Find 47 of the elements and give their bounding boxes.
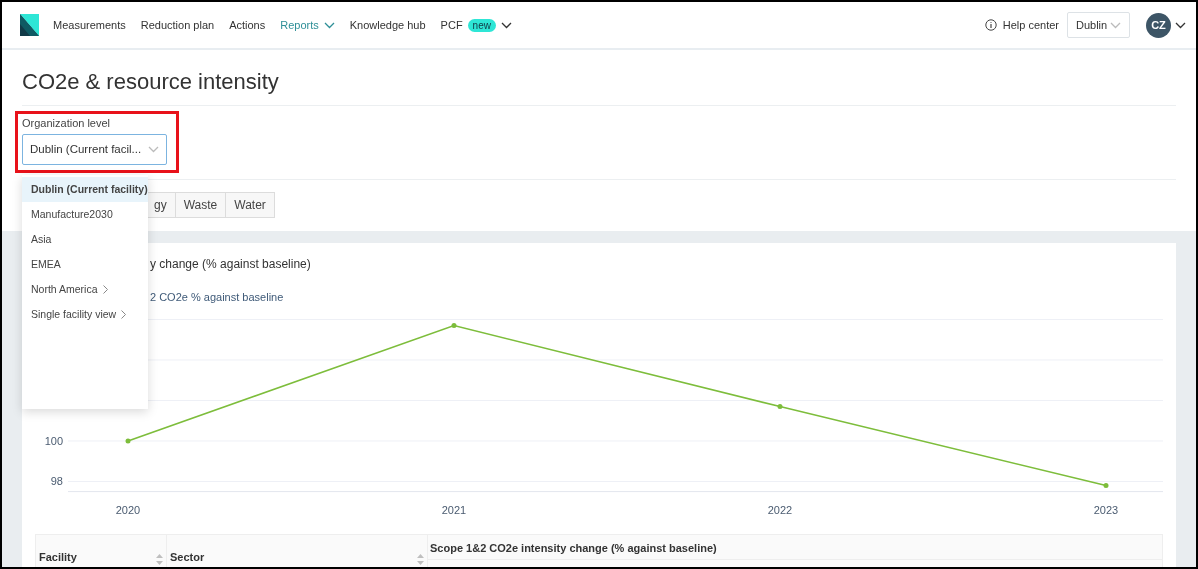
menu-item[interactable]: Single facility view bbox=[22, 302, 148, 327]
chevron-down-icon bbox=[1110, 21, 1121, 29]
field-label: Organization level bbox=[22, 116, 112, 130]
chevron-down-icon bbox=[148, 146, 159, 153]
logo-icon[interactable] bbox=[20, 14, 39, 36]
column-header-label: Sector bbox=[170, 549, 205, 565]
data-point bbox=[125, 438, 131, 444]
y-tick-label: 100 bbox=[44, 435, 63, 447]
chevron-down-icon bbox=[323, 21, 335, 29]
column-header[interactable]: Sector bbox=[167, 535, 428, 567]
tab[interactable]: Waste bbox=[174, 192, 227, 218]
data-point bbox=[451, 323, 457, 329]
chevron-down-icon bbox=[500, 21, 512, 29]
info-icon bbox=[984, 19, 997, 31]
x-tick-label: 2021 bbox=[441, 504, 467, 516]
menu-item[interactable]: Manufacture2030 bbox=[22, 202, 148, 227]
tab[interactable]: Water bbox=[225, 192, 275, 218]
menu-item[interactable]: Dublin (Current facility) bbox=[22, 177, 148, 202]
nav-menu[interactable]: Reports bbox=[280, 16, 335, 34]
menu-item[interactable]: North America bbox=[22, 277, 148, 302]
data-point bbox=[1103, 483, 1109, 489]
user-avatar[interactable]: CZ bbox=[1146, 12, 1171, 38]
chart-title: y change (% against baseline) bbox=[150, 257, 312, 272]
legend-label: 2 CO2e % against baseline bbox=[150, 290, 285, 304]
column-header: Scope 1&2 CO2e intensity change (% against baseline) bbox=[428, 535, 1162, 560]
x-tick-label: 2020 bbox=[115, 504, 141, 516]
x-tick-label: 2023 bbox=[1093, 504, 1119, 516]
sort-icon[interactable] bbox=[417, 554, 424, 565]
nav-link[interactable]: Reduction plan bbox=[140, 16, 215, 34]
facility-select[interactable]: Dublin bbox=[1067, 12, 1130, 38]
column-header-label: Facility bbox=[39, 549, 77, 565]
page-title: CO2e & resource intensity bbox=[22, 68, 280, 96]
sort-icon[interactable] bbox=[156, 554, 163, 565]
nav-link[interactable]: Actions bbox=[229, 16, 266, 34]
organization-level-select[interactable]: Dublin (Current facil... bbox=[22, 134, 167, 165]
menu-item[interactable]: Asia bbox=[22, 227, 148, 252]
menu-item[interactable]: EMEA bbox=[22, 252, 148, 277]
nav-link[interactable]: Measurements bbox=[53, 16, 126, 34]
nav-menu[interactable]: PCF new bbox=[440, 16, 512, 34]
data-point bbox=[777, 404, 783, 410]
nav-link[interactable]: Knowledge hub bbox=[349, 16, 426, 34]
x-tick-label: 2022 bbox=[767, 504, 793, 516]
column-header[interactable]: Facility bbox=[36, 535, 167, 567]
y-tick-label: 98 bbox=[50, 475, 63, 488]
help-center-link[interactable]: Help center bbox=[1002, 16, 1059, 34]
chevron-down-icon bbox=[1175, 21, 1186, 29]
new-badge: new bbox=[467, 18, 496, 32]
